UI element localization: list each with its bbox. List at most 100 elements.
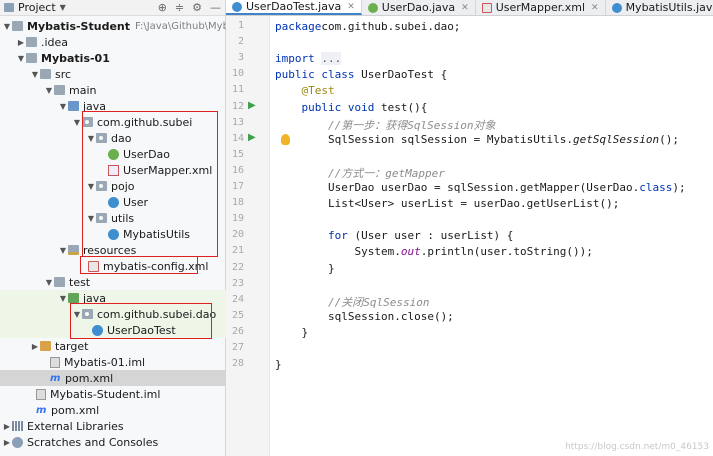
tree-item-label: Mybatis-Student.iml [50,387,161,401]
tree-item-label: target [55,339,89,353]
line-number-gutter: 1 2 3 10 11 12 13 14 15 16 17 18 19 20 21 22 23 24 25 26 27 2… [226,16,270,456]
tree-item-pom-xml-module[interactable]: m pom.xml [0,370,226,386]
tree-item-userdaotest[interactable]: UserDaoTest [0,322,226,338]
xml-file-icon [481,2,492,13]
tree-item-mybatis-student[interactable]: ▼ Mybatis-Student F:\Java\Github\Mybatis [0,18,247,34]
line-number: 24 [231,293,244,305]
tree-item-external-libraries[interactable]: ▶ External Libraries [0,418,226,434]
expanded-arrow-icon[interactable]: ▼ [86,214,96,223]
tab-mybatisutils[interactable]: MybatisUtils.java [606,0,713,15]
tree-item-src[interactable]: ▼ src [0,66,226,82]
tree-item-mybatis-01[interactable]: ▼ Mybatis-01 [0,50,226,66]
tree-item-label: UserDao [123,147,171,161]
expanded-arrow-icon[interactable]: ▼ [44,86,54,95]
close-icon[interactable]: ✕ [591,3,599,13]
project-icon [4,3,14,12]
expanded-arrow-icon[interactable]: ▼ [30,70,40,79]
xml-file-icon [88,260,99,272]
hide-panel-icon[interactable]: — [210,1,221,14]
tree-item-label: test [69,275,91,289]
tree-item-pojo[interactable]: ▼ pojo [0,178,226,194]
expanded-arrow-icon[interactable]: ▼ [2,22,12,31]
code-token: out [400,245,421,259]
tree-item-idea[interactable]: ▶ .idea [0,34,226,50]
code-editor[interactable]: 1 2 3 10 11 12 13 14 15 16 17 18 19 20 21 22 23 24 25 26 27 2… [226,16,713,456]
code-token: SqlSession sqlSession = MybatisUtils. [275,132,574,146]
package-icon [96,181,107,191]
run-test-method-icon[interactable]: ▶ [248,132,256,143]
chevron-down-icon[interactable]: ▼ [60,3,66,12]
tree-item-label: pom.xml [51,403,100,417]
maven-m-icon: m [36,404,47,416]
expanded-arrow-icon[interactable]: ▼ [58,294,68,303]
tree-item-resources[interactable]: ▼ resources [0,242,226,258]
tree-item-usermapper-xml[interactable]: UserMapper.xml [0,162,226,178]
tree-item-utils[interactable]: ▼ utils [0,210,226,226]
tree-item-scratches[interactable]: ▶ Scratches and Consoles [0,434,226,450]
locate-icon[interactable]: ⊕ [158,1,167,14]
class-c-icon [108,196,119,208]
collapsed-arrow-icon[interactable]: ▶ [2,438,12,447]
code-line: packagecom.github.subei.dao; [275,20,460,33]
gear-icon[interactable]: ⚙ [192,1,202,14]
close-icon[interactable]: ✕ [347,2,355,12]
collapse-all-icon[interactable]: ≑ [175,1,184,14]
tree-item-test-java[interactable]: ▼ java [0,290,226,306]
code-token: } [275,325,309,339]
line-number: 19 [231,213,244,225]
tree-item-label: .idea [41,35,69,49]
code-token: //第一步：获得SqlSession对象 [327,118,496,132]
tab-userdaotest[interactable]: UserDaoTest.java ✕ [226,0,362,15]
expanded-arrow-icon[interactable]: ▼ [86,134,96,143]
code-line: public class UserDaoTest { [275,68,447,81]
tree-item-mybatis-config[interactable]: mybatis-config.xml [0,258,226,274]
folded-import-block[interactable]: ... [321,52,342,66]
collapsed-arrow-icon[interactable]: ▶ [16,38,26,47]
expanded-arrow-icon[interactable]: ▼ [86,182,96,191]
run-test-class-icon[interactable]: ▶ [248,100,256,111]
line-number: 17 [231,181,244,192]
line-number: 13 [231,116,244,128]
collapsed-arrow-icon[interactable]: ▶ [2,422,12,431]
tree-item-mybatis-01-iml[interactable]: Mybatis-01.iml [0,354,226,370]
expanded-arrow-icon[interactable]: ▼ [16,54,26,63]
expanded-arrow-icon[interactable]: ▼ [44,278,54,287]
expanded-arrow-icon[interactable]: ▼ [72,118,82,127]
tree-item-pom-xml-root[interactable]: m pom.xml [0,402,226,418]
code-token: UserDaoTest { [361,68,448,82]
tree-item-package-subei[interactable]: ▼ com.github.subei [0,114,226,130]
project-panel-header[interactable]: Project ▼ ⊕ ≑ ⚙ — [0,0,225,16]
tree-item-package-dao[interactable]: ▼ com.github.subei.dao [0,306,226,322]
tab-label: UserDaoTest.java [246,0,342,13]
code-token: @Test [301,84,335,98]
tree-item-main-java[interactable]: ▼ java [0,98,226,114]
folder-icon [26,37,37,47]
expanded-arrow-icon[interactable]: ▼ [72,310,82,319]
tree-item-target[interactable]: ▶ target [0,338,226,354]
tree-item-mybatisutils[interactable]: MybatisUtils [0,226,226,242]
excluded-folder-icon [40,341,51,351]
close-icon[interactable]: ✕ [461,3,469,13]
code-token: (); [659,132,679,146]
line-number: 1 [237,20,244,31]
tab-userdao[interactable]: UserDao.java ✕ [362,0,476,15]
tab-label: UserDao.java [381,1,456,14]
tree-item-test[interactable]: ▼ test [0,274,226,290]
project-tool-window: Project ▼ ⊕ ≑ ⚙ — ▼ Mybatis-Student F:\J… [0,0,247,456]
expanded-arrow-icon[interactable]: ▼ [58,246,68,255]
collapsed-arrow-icon[interactable]: ▶ [30,342,40,351]
expanded-arrow-icon[interactable]: ▼ [58,102,68,111]
code-token: import [275,52,322,66]
tree-item-main[interactable]: ▼ main [0,82,226,98]
code-line: } [275,262,335,275]
tree-item-dao[interactable]: ▼ dao [0,130,226,146]
watermark-text: https://blog.csdn.net/m0_46153 [565,442,709,452]
tree-item-userdao[interactable]: UserDao [0,146,226,162]
tree-item-user[interactable]: User [0,194,226,210]
code-token: class [639,181,673,194]
tab-usermapper[interactable]: UserMapper.xml ✕ [476,0,606,15]
editor-pane: UserDaoTest.java ✕ UserDao.java ✕ UserMa… [226,0,713,456]
resources-folder-icon [68,245,79,255]
tree-item-mybatis-student-iml[interactable]: Mybatis-Student.iml [0,386,226,402]
